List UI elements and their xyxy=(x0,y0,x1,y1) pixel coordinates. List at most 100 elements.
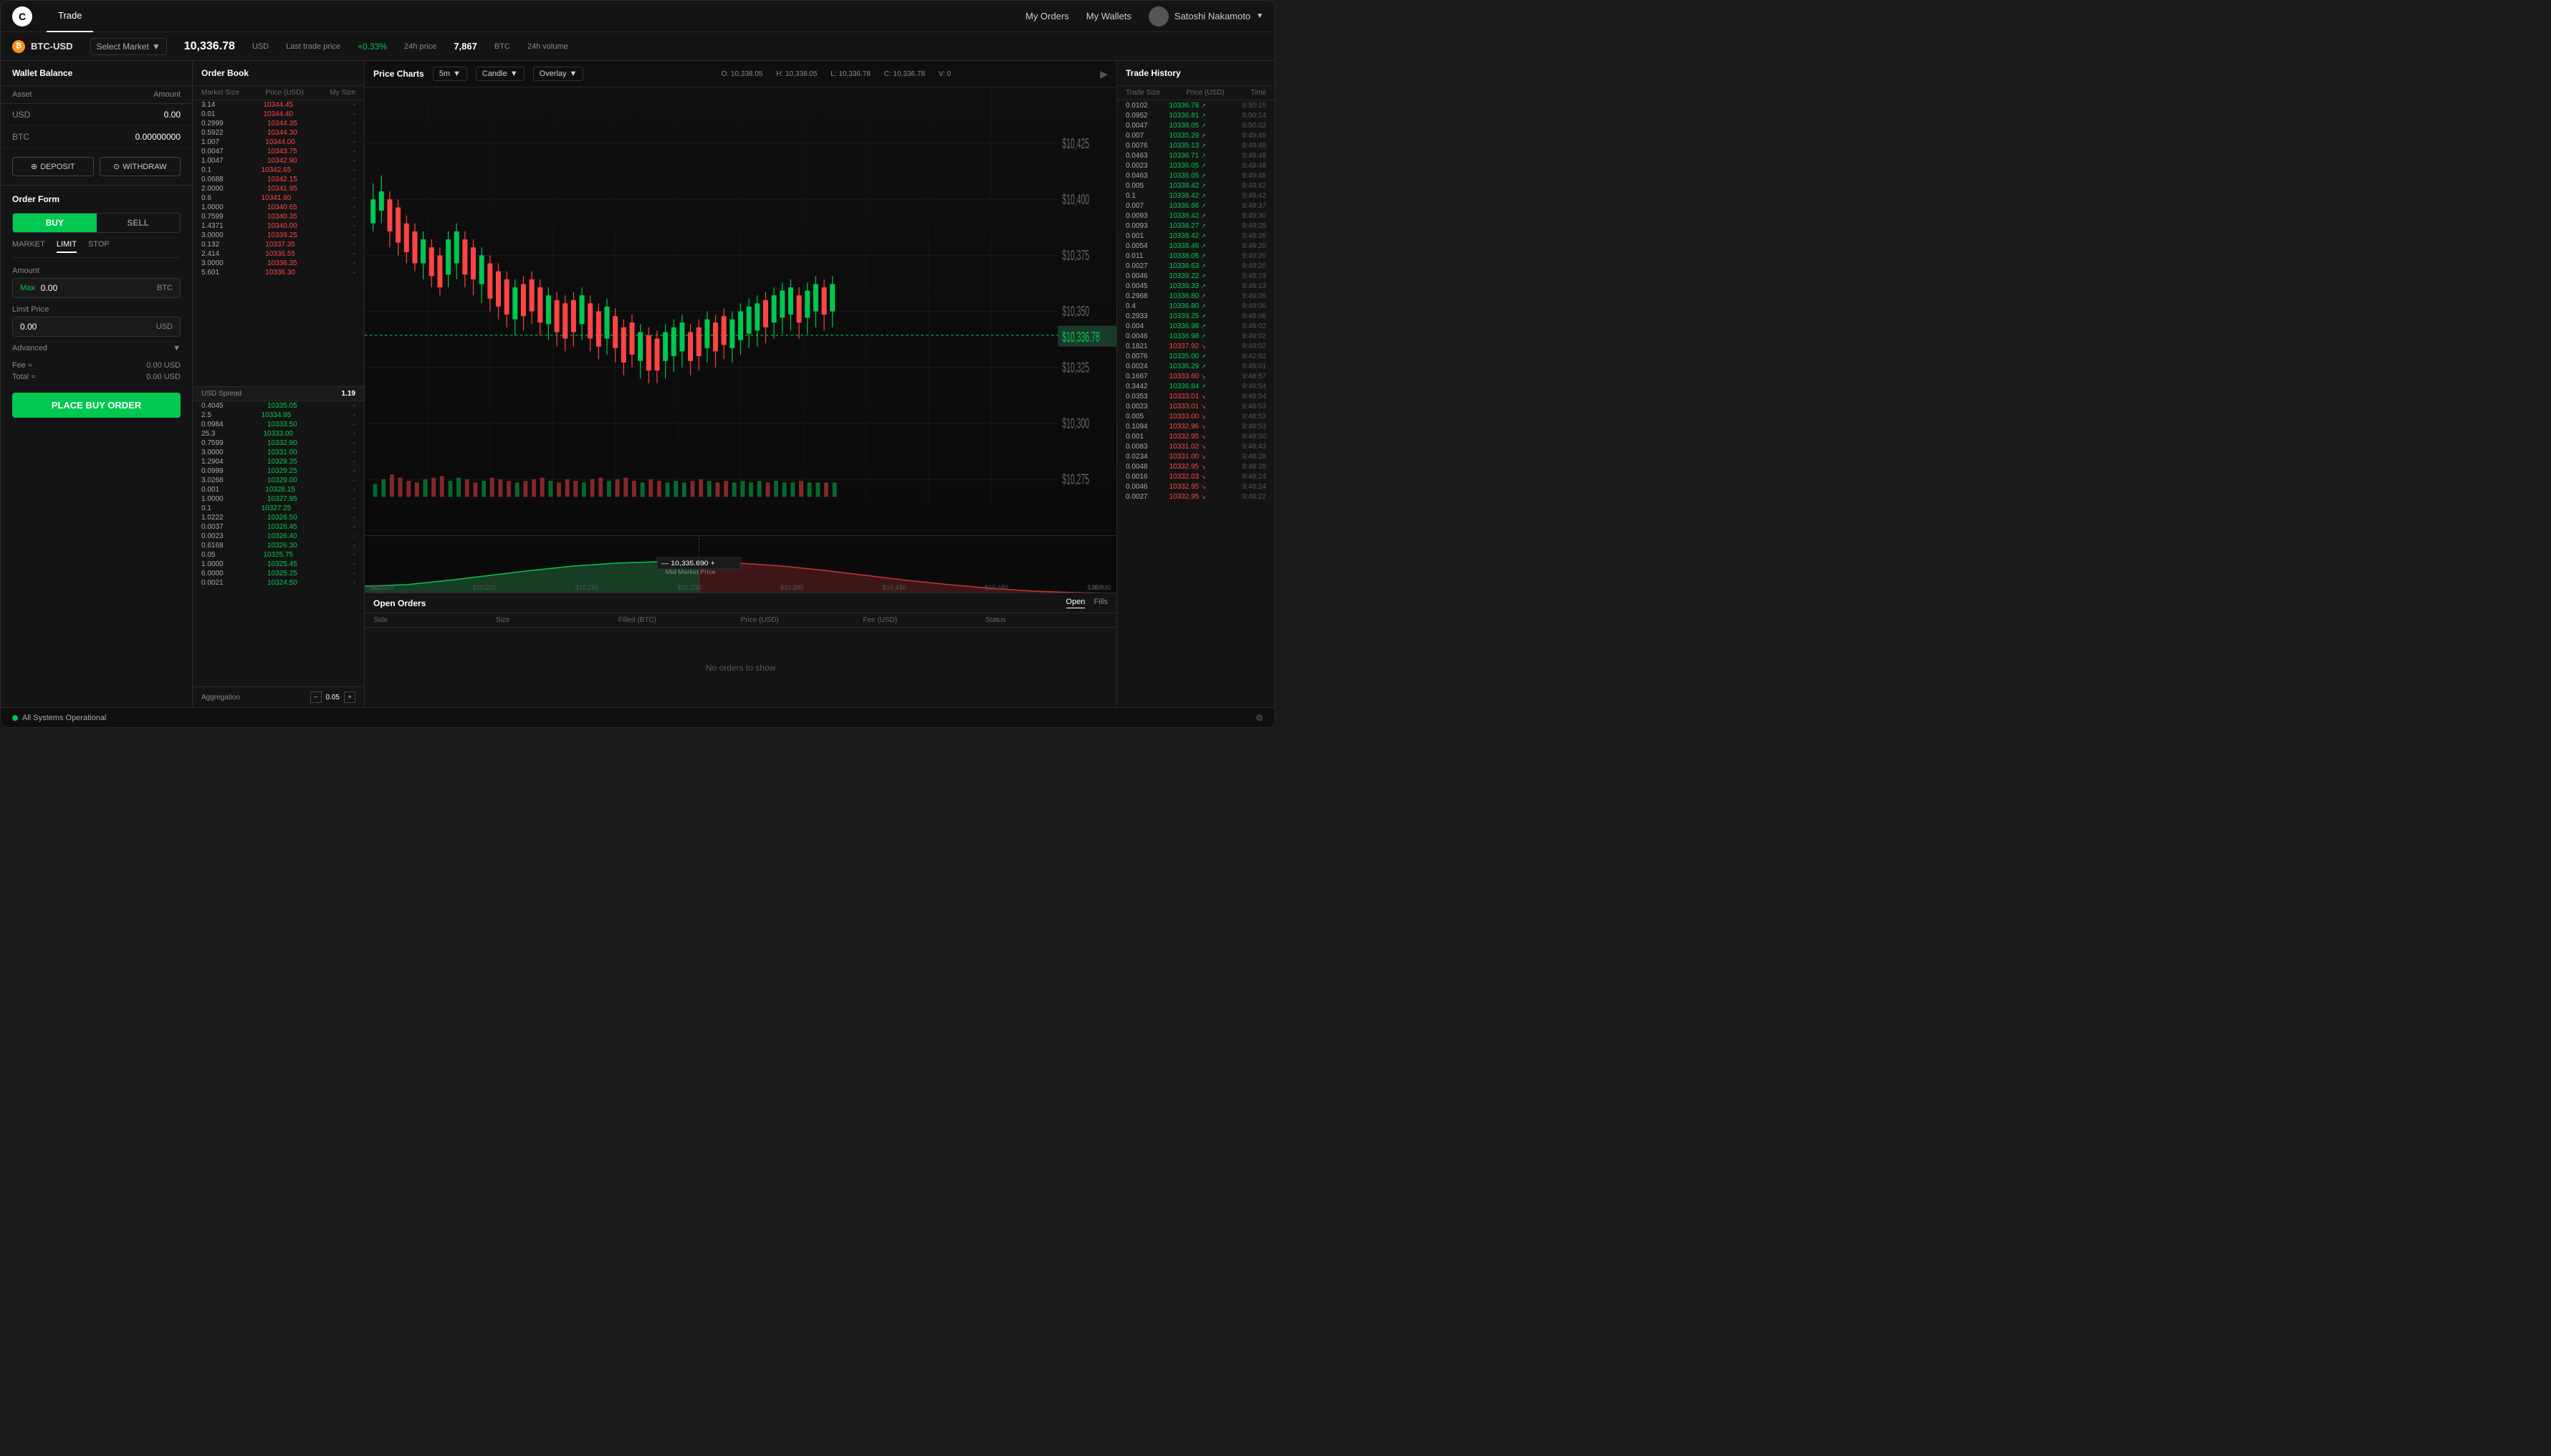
ob-bid-row: 0.002310326.40- xyxy=(193,532,364,541)
trade-history-row: 0.004610336.98 ↗9:49:02 xyxy=(1117,331,1275,341)
ticker-change-label: 24h price xyxy=(404,42,436,51)
place-order-button[interactable]: PLACE BUY ORDER xyxy=(12,393,181,418)
advanced-toggle[interactable]: Advanced ▼ xyxy=(12,344,181,353)
ob-ask-row: 3.000010339.25- xyxy=(193,231,364,240)
ticker-pair-label: BTC-USD xyxy=(31,41,73,52)
ob-ask-row: 5.60110336.30- xyxy=(193,268,364,277)
ticker-last-price-label: Last trade price xyxy=(286,42,340,51)
ohlcv-display: O: 10,338.05 H: 10,338.05 L: 10,336.78 C… xyxy=(722,70,963,78)
aggregation-decrease[interactable]: − xyxy=(310,691,322,703)
my-wallets-button[interactable]: My Wallets xyxy=(1086,11,1131,21)
ob-ask-row: 3.000010336.35- xyxy=(193,259,364,268)
ob-ask-row: 0.610341.80- xyxy=(193,193,364,203)
order-type-stop[interactable]: STOP xyxy=(88,240,110,253)
ob-ask-row: 0.759910340.35- xyxy=(193,212,364,221)
chart-type-selector[interactable]: Candle ▼ xyxy=(476,67,525,81)
trade-history-row: 0.00410336.98 ↗9:49:02 xyxy=(1117,321,1275,331)
chevron-down-icon: ▼ xyxy=(570,70,578,78)
trade-history-row: 0.035310333.01 ↘9:48:54 xyxy=(1117,391,1275,401)
status-indicator: All Systems Operational xyxy=(12,714,106,722)
ticker-volume-label: 24h volume xyxy=(527,42,568,51)
aggregation-increase[interactable]: + xyxy=(344,691,355,703)
amount-input-row[interactable]: Max BTC xyxy=(12,278,181,298)
svg-text:$10,275: $10,275 xyxy=(1062,471,1089,488)
trade-history-row: 0.109410332.96 ↘9:48:53 xyxy=(1117,421,1275,431)
settings-gear-icon[interactable]: ⚙ xyxy=(1255,713,1263,723)
ob-ask-row: 1.437110340.00- xyxy=(193,221,364,231)
trade-history-row: 0.007610335.13 ↗9:49:48 xyxy=(1117,140,1275,150)
trade-history-row: 0.293310339.25 ↗9:49:06 xyxy=(1117,311,1275,321)
withdraw-icon: ⊙ xyxy=(113,162,120,171)
chart-expand-icon[interactable]: ▶ xyxy=(1100,68,1108,80)
trade-history-section: Trade History Trade Size Price (USD) Tim… xyxy=(1117,61,1275,707)
ticker-volume: 7,867 xyxy=(454,41,477,52)
order-book-aggregation: Aggregation − 0.05 + xyxy=(193,686,364,707)
ob-ask-row: 0.004710343.75- xyxy=(193,147,364,156)
trade-history-row: 0.001610332.03 ↘9:48:24 xyxy=(1117,471,1275,482)
order-type-tabs: MARKET LIMIT STOP xyxy=(12,240,181,258)
trade-history-row: 0.00110338.42 ↗9:49:26 xyxy=(1117,231,1275,241)
limit-price-input-row[interactable]: USD xyxy=(12,317,181,337)
order-book-spread: USD Spread 1.19 xyxy=(193,386,364,401)
wallet-row-usd: USD 0.00 xyxy=(1,104,192,126)
ob-bid-row: 3.000010331.00- xyxy=(193,448,364,457)
buy-tab[interactable]: BUY xyxy=(13,214,97,232)
aggregation-value: 0.05 xyxy=(326,694,340,701)
spread-value: 1.19 xyxy=(342,390,355,398)
my-orders-button[interactable]: My Orders xyxy=(1025,11,1069,21)
ob-bid-row: 3.026810329.00- xyxy=(193,476,364,485)
ob-bid-row: 0.099910329.25- xyxy=(193,466,364,476)
app-logo[interactable]: C xyxy=(12,6,32,27)
trade-history-row: 0.166710333.60 ↘9:48:57 xyxy=(1117,371,1275,381)
market-select[interactable]: Select Market ▼ xyxy=(90,38,167,55)
open-orders-tab-open[interactable]: Open xyxy=(1066,598,1086,608)
trade-history-row: 0.002710332.95 ↘9:48:22 xyxy=(1117,492,1275,502)
total-row: Total ≈ 0.00 USD xyxy=(12,373,181,381)
ob-bid-row: 0.404510335.05- xyxy=(193,401,364,411)
trade-history-row: 0.002410336.29 ↗9:49:01 xyxy=(1117,361,1275,371)
overlay-selector[interactable]: Overlay ▼ xyxy=(533,67,584,81)
ob-bid-row: 2.510334.95- xyxy=(193,411,364,420)
timeframe-selector[interactable]: 5m ▼ xyxy=(433,67,467,81)
ob-ask-row: 1.000010340.65- xyxy=(193,203,364,212)
open-orders-header: Open Orders Open Fills xyxy=(365,593,1116,613)
ob-bid-row: 1.290410329.35- xyxy=(193,457,364,466)
order-book-title: Order Book xyxy=(193,61,364,86)
limit-price-input[interactable] xyxy=(20,322,156,332)
amount-unit: BTC xyxy=(157,284,173,292)
ob-ask-row: 0.13210337.35- xyxy=(193,240,364,249)
open-orders-tab-fills[interactable]: Fills xyxy=(1093,598,1108,608)
max-button[interactable]: Max xyxy=(20,284,35,292)
charts-title: Price Charts xyxy=(373,69,424,79)
trade-history-row: 0.002710338.63 ↗9:49:20 xyxy=(1117,261,1275,271)
ob-bid-row: 0.0510325.75- xyxy=(193,550,364,560)
trade-history-row: 0.046310336.71 ↗9:49:48 xyxy=(1117,150,1275,161)
deposit-button[interactable]: ⊕ DEPOSIT xyxy=(12,157,94,176)
svg-text:$10,350: $10,350 xyxy=(1062,304,1089,320)
price-chart-svg: $10,425 $10,400 $10,375 $10,350 $10,336.… xyxy=(365,87,1116,535)
svg-text:$10,425: $10,425 xyxy=(1062,135,1089,152)
sell-tab[interactable]: SELL xyxy=(97,214,181,232)
btc-icon: ₿ xyxy=(12,40,25,53)
amount-input[interactable] xyxy=(41,283,157,293)
svg-text:$10,336.78: $10,336.78 xyxy=(1062,329,1100,345)
user-name: Satoshi Nakamoto xyxy=(1174,11,1250,21)
ob-bid-row: 0.003710326.45- xyxy=(193,522,364,532)
user-avatar xyxy=(1149,6,1169,27)
trade-history-row: 0.046310336.05 ↗9:49:48 xyxy=(1117,171,1275,181)
ticker-currency-label: USD xyxy=(252,42,269,51)
svg-text:$10,400: $10,400 xyxy=(1062,191,1089,208)
order-type-limit[interactable]: LIMIT xyxy=(57,240,77,253)
ob-bid-row: 0.002110324.50- xyxy=(193,578,364,588)
trade-history-row: 0.004510339.33 ↗9:49:13 xyxy=(1117,281,1275,291)
withdraw-button[interactable]: ⊙ WITHDRAW xyxy=(100,157,181,176)
limit-price-field: Limit Price USD xyxy=(12,305,181,337)
nav-tab-trade[interactable]: Trade xyxy=(47,1,93,32)
order-type-market[interactable]: MARKET xyxy=(12,240,45,253)
user-section[interactable]: Satoshi Nakamoto ▼ xyxy=(1149,6,1263,27)
trade-history-row: 0.110338.42 ↗9:49:42 xyxy=(1117,191,1275,201)
trade-history-row: 0.004710338.05 ↗9:50:02 xyxy=(1117,120,1275,130)
main-content: Wallet Balance Asset Amount USD 0.00 BTC… xyxy=(1,61,1275,707)
order-form-section: Order Form BUY SELL MARKET LIMIT STOP Am… xyxy=(1,186,192,707)
trade-history-row: 0.007610335.00 ↗9:42:02 xyxy=(1117,351,1275,361)
